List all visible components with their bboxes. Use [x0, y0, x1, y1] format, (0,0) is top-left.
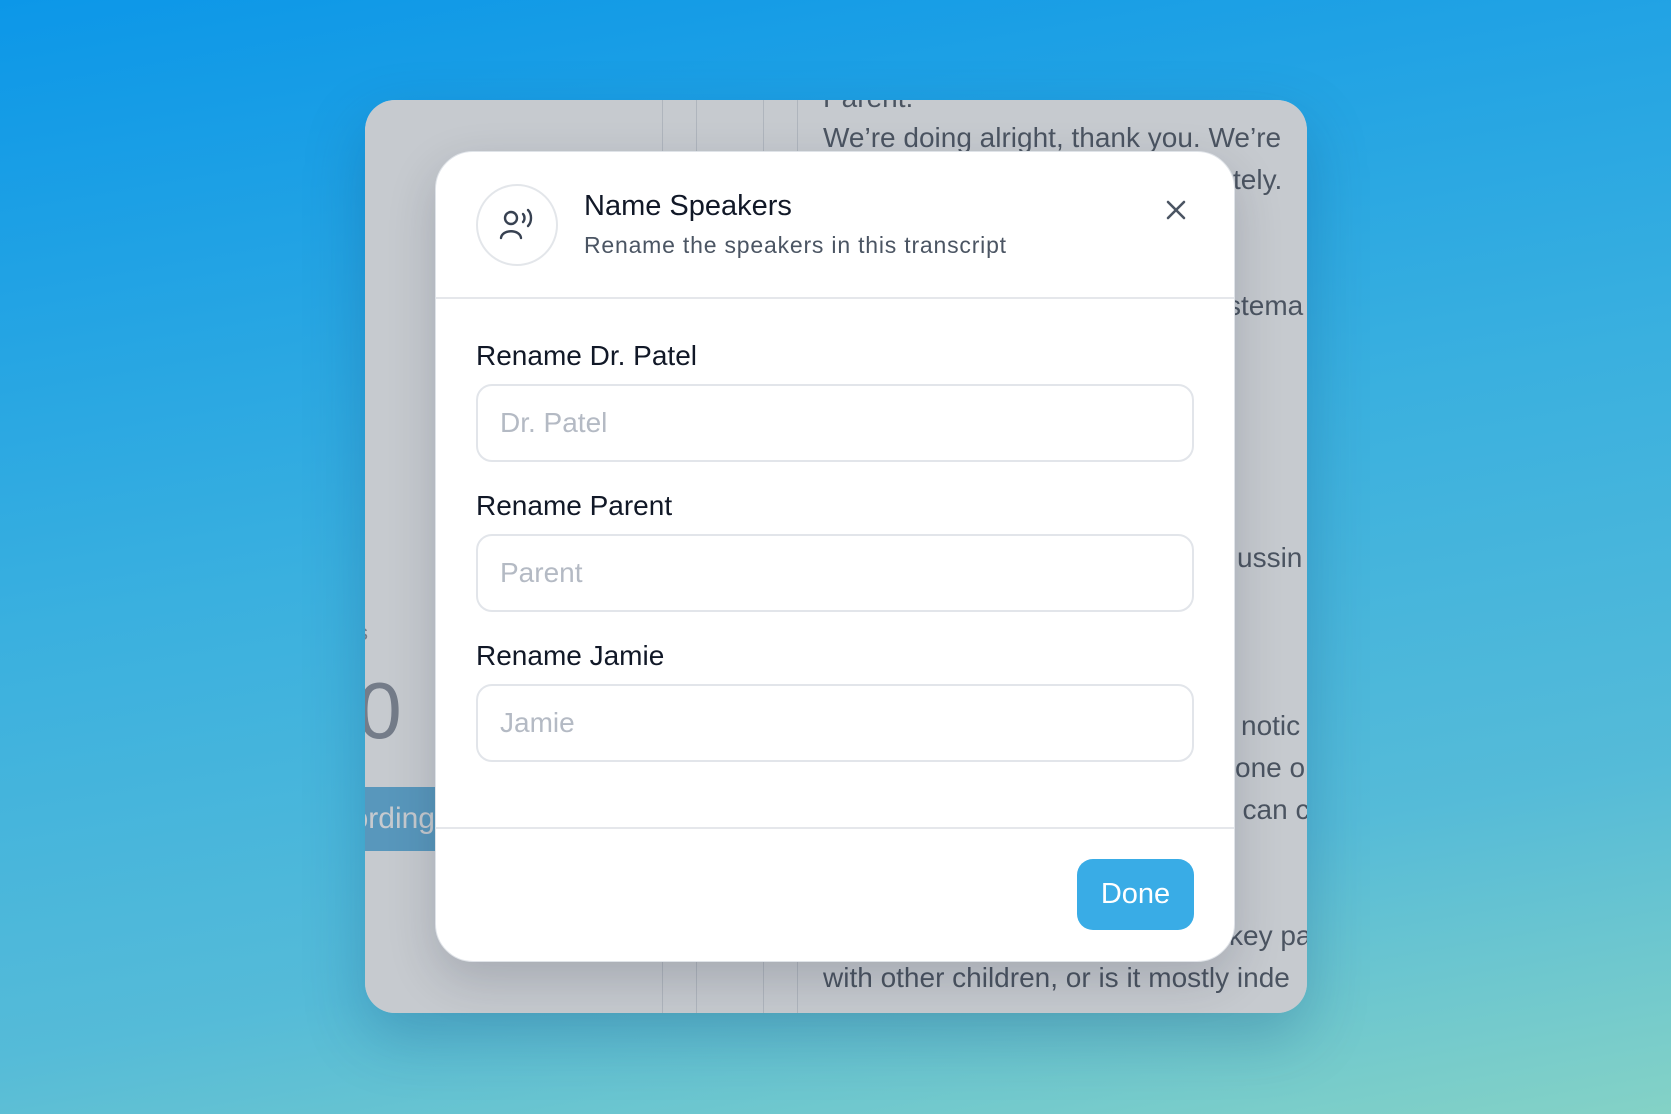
close-button[interactable]	[1158, 192, 1194, 228]
dialog-subtitle: Rename the speakers in this transcript	[584, 232, 1007, 258]
dialog-header: Name Speakers Rename the speakers in thi…	[436, 152, 1234, 299]
dialog-title: Name Speakers	[584, 190, 792, 222]
speaker-person-icon	[499, 208, 533, 240]
rename-parent-label: Rename Parent	[476, 490, 673, 521]
rename-dr-patel-label: Rename Dr. Patel	[476, 340, 697, 371]
close-icon	[1166, 200, 1186, 220]
speaker-icon-badge	[476, 184, 558, 266]
done-button[interactable]: Done	[1077, 859, 1194, 930]
rename-jamie-input[interactable]	[476, 684, 1194, 762]
rename-parent-input[interactable]	[476, 534, 1194, 612]
rename-jamie-label: Rename Jamie	[476, 640, 665, 671]
name-speakers-dialog: Name Speakers Rename the speakers in thi…	[435, 151, 1235, 962]
rename-dr-patel-input[interactable]	[476, 384, 1194, 462]
dialog-body: Rename Dr. Patel Rename Parent Rename Ja…	[436, 299, 1234, 829]
